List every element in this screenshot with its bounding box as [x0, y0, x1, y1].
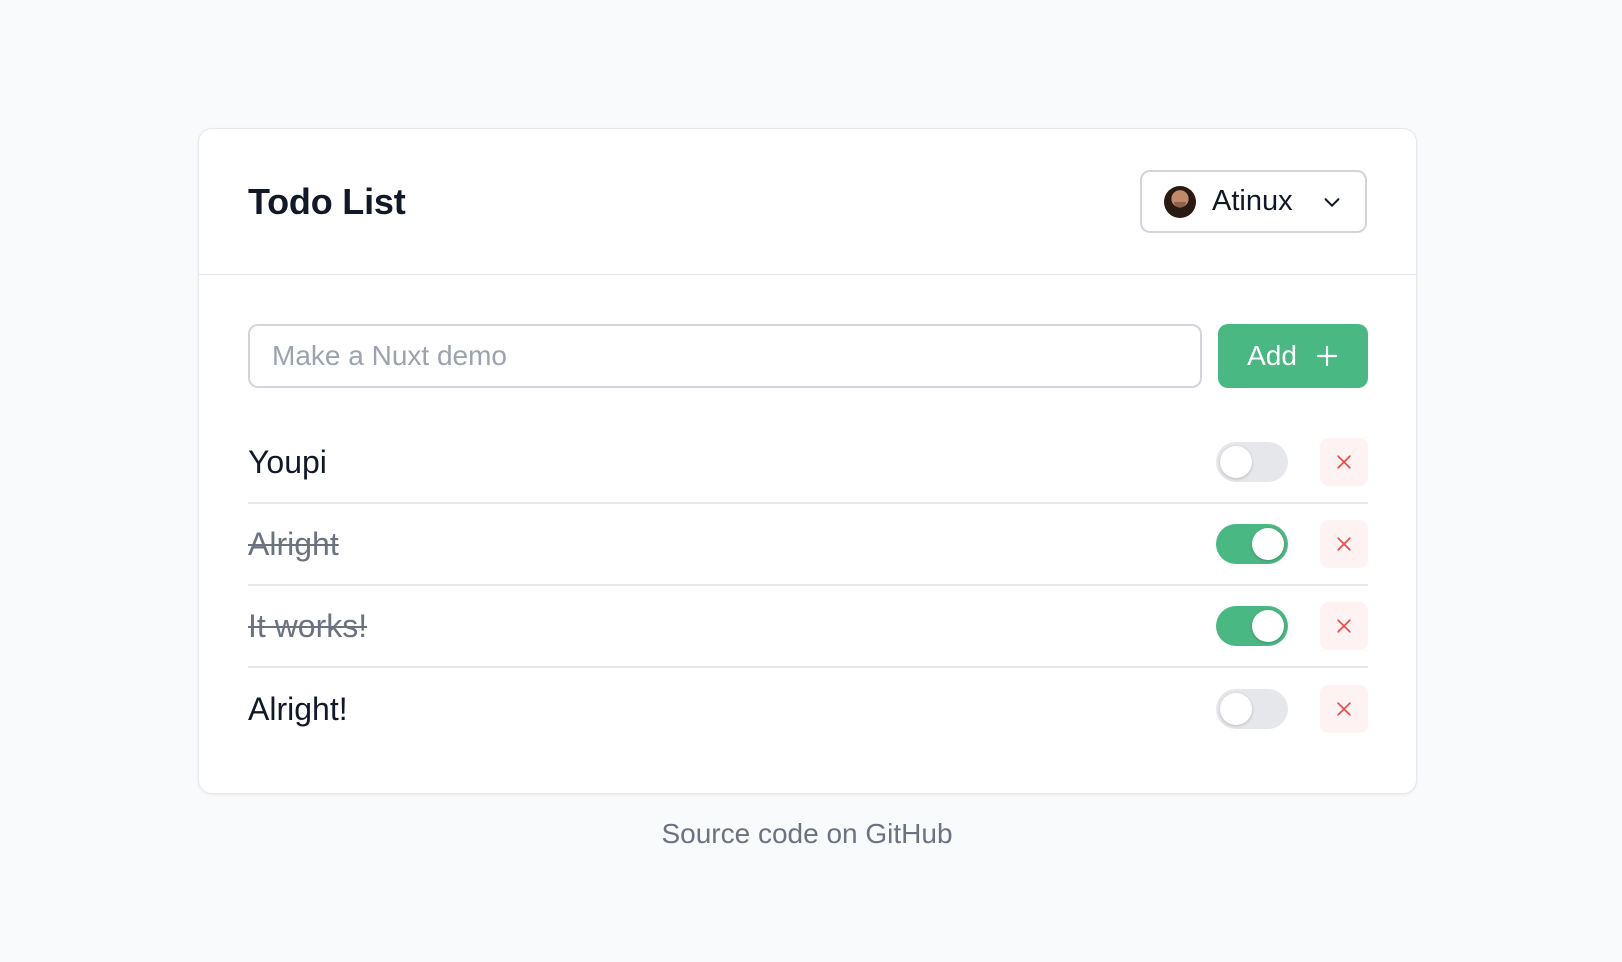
source-code-link[interactable]: Source code on GitHub: [661, 818, 952, 849]
delete-todo-button[interactable]: [1320, 520, 1368, 568]
page: Todo List Atinux Add: [0, 0, 1622, 962]
add-button-label: Add: [1247, 340, 1297, 371]
todo-text: Youpi: [248, 443, 327, 480]
toggle-knob: [1220, 446, 1252, 478]
page-title: Todo List: [248, 180, 406, 222]
todo-toggle[interactable]: [1216, 524, 1288, 564]
footer: Source code on GitHub: [0, 818, 1614, 850]
card-body: Add Youpi Alright: [199, 275, 1416, 750]
toggle-knob: [1252, 528, 1284, 560]
delete-todo-button[interactable]: [1320, 685, 1368, 733]
user-dropdown[interactable]: Atinux: [1140, 170, 1367, 233]
todo-toggle[interactable]: [1216, 442, 1288, 482]
delete-todo-button[interactable]: [1320, 438, 1368, 486]
todo-item: Alright: [248, 504, 1368, 586]
close-icon: [1337, 455, 1351, 469]
add-button[interactable]: Add: [1218, 324, 1368, 388]
todo-item: Alright!: [248, 668, 1368, 750]
todo-list: Youpi Alright It works! Alright!: [248, 422, 1368, 750]
todo-toggle[interactable]: [1216, 606, 1288, 646]
add-todo-form: Add: [248, 324, 1368, 388]
card-header: Todo List Atinux: [199, 129, 1416, 275]
todo-item: It works!: [248, 586, 1368, 668]
todo-card: Todo List Atinux Add: [198, 128, 1417, 794]
delete-todo-button[interactable]: [1320, 602, 1368, 650]
close-icon: [1337, 702, 1351, 716]
todo-item: Youpi: [248, 422, 1368, 504]
close-icon: [1337, 619, 1351, 633]
todo-text: Alright: [248, 525, 339, 562]
todo-toggle[interactable]: [1216, 689, 1288, 729]
toggle-knob: [1220, 693, 1252, 725]
todo-text: Alright!: [248, 690, 348, 727]
todo-text: It works!: [248, 607, 368, 644]
toggle-knob: [1252, 610, 1284, 642]
chevron-down-icon: [1321, 191, 1343, 213]
plus-icon: [1315, 344, 1339, 368]
close-icon: [1337, 537, 1351, 551]
new-todo-input[interactable]: [248, 324, 1202, 388]
username: Atinux: [1212, 185, 1293, 217]
avatar: [1164, 185, 1196, 218]
